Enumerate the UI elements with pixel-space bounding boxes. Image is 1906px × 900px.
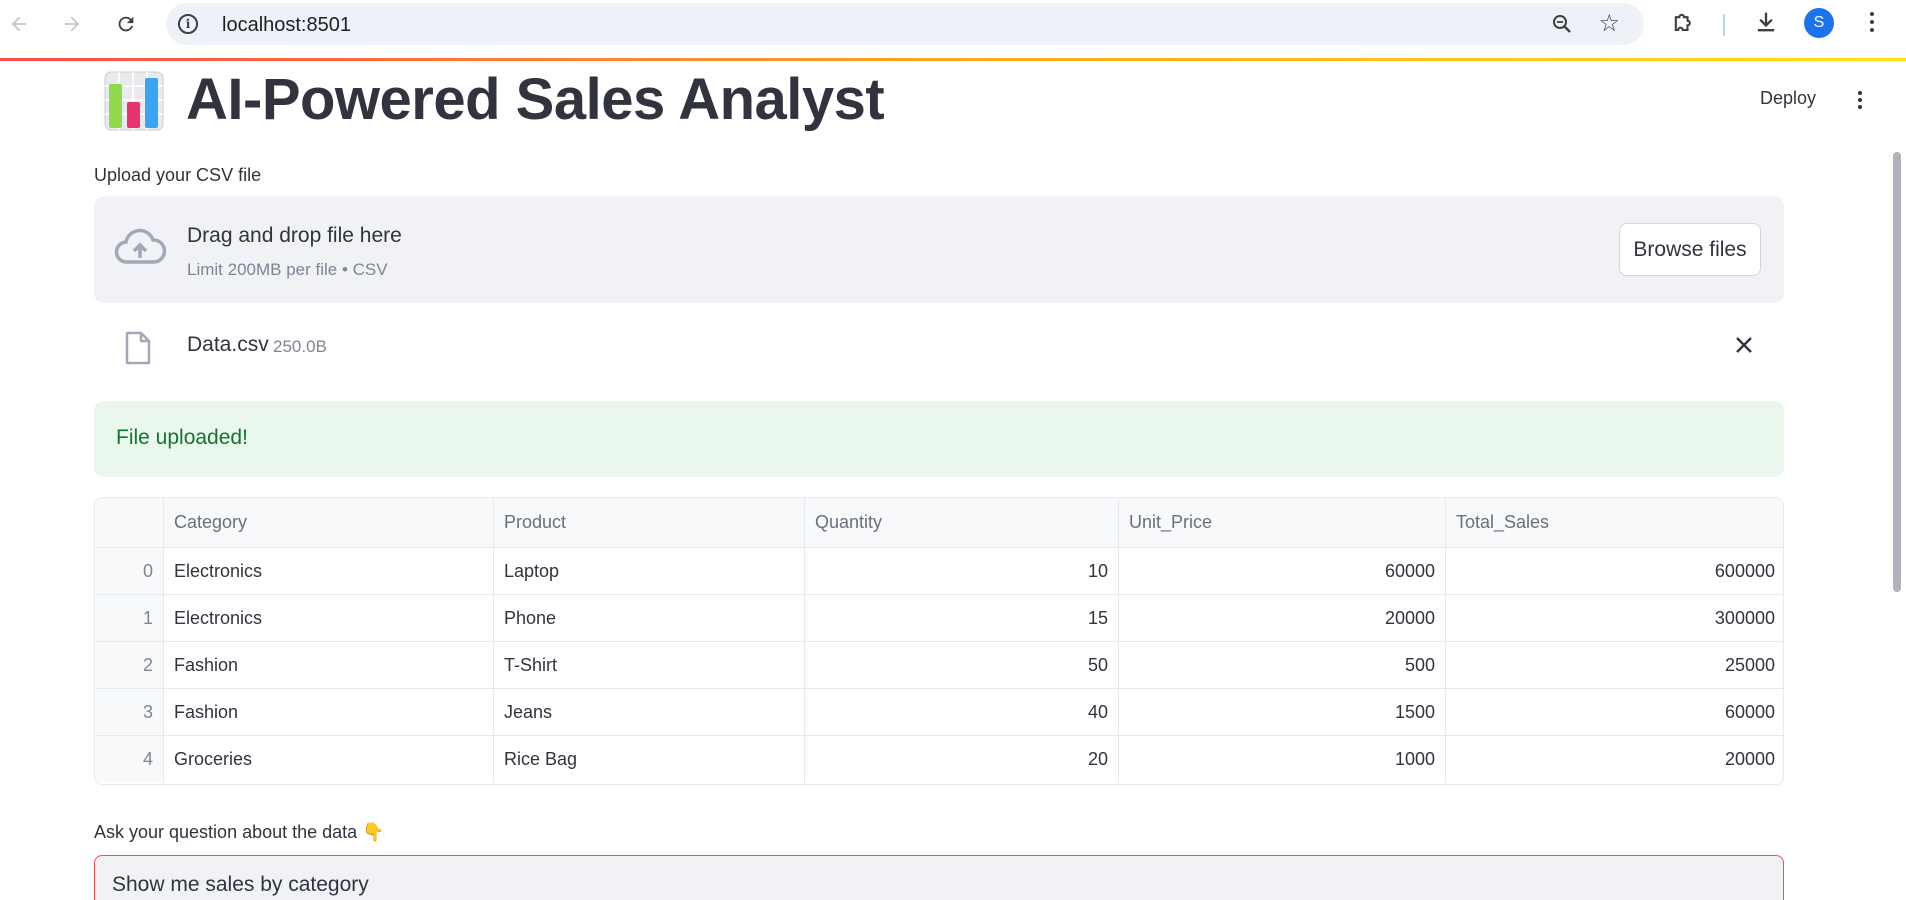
extensions-icon[interactable] bbox=[1670, 9, 1698, 42]
column-header[interactable]: Quantity bbox=[805, 498, 1119, 547]
cloud-upload-icon bbox=[114, 226, 167, 275]
table-cell[interactable]: 10 bbox=[805, 548, 1119, 594]
table-cell[interactable]: 20 bbox=[805, 736, 1119, 783]
table-cell[interactable]: T-Shirt bbox=[494, 642, 805, 688]
table-row[interactable]: 3 Fashion Jeans 40 1500 60000 bbox=[95, 689, 1783, 736]
table-row[interactable]: 1 Electronics Phone 15 20000 300000 bbox=[95, 595, 1783, 642]
table-cell[interactable]: Fashion bbox=[164, 642, 494, 688]
table-cell[interactable]: 15 bbox=[805, 595, 1119, 641]
zoom-icon[interactable] bbox=[1550, 12, 1574, 41]
table-cell[interactable]: 40 bbox=[805, 689, 1119, 735]
table-cell[interactable]: 20000 bbox=[1119, 595, 1446, 641]
table-cell[interactable]: 300000 bbox=[1446, 595, 1783, 641]
table-cell[interactable]: 25000 bbox=[1446, 642, 1783, 688]
table-cell[interactable]: Phone bbox=[494, 595, 805, 641]
streamlit-top-decoration bbox=[0, 58, 1906, 61]
close-icon[interactable] bbox=[1734, 335, 1754, 360]
column-header[interactable]: Unit_Price bbox=[1119, 498, 1446, 547]
row-index: 4 bbox=[95, 736, 164, 783]
browser-menu-icon[interactable] bbox=[1862, 8, 1882, 38]
table-cell[interactable]: Jeans bbox=[494, 689, 805, 735]
table-header-row: Category Product Quantity Unit_Price Tot… bbox=[95, 498, 1783, 548]
page-scrollbar[interactable] bbox=[1893, 152, 1901, 592]
table-cell[interactable]: 60000 bbox=[1446, 689, 1783, 735]
row-index: 2 bbox=[95, 642, 164, 688]
url-text: localhost:8501 bbox=[222, 14, 351, 36]
row-index: 0 bbox=[95, 548, 164, 594]
site-info-icon[interactable]: i bbox=[178, 14, 198, 34]
file-dropzone[interactable]: Drag and drop file here Limit 200MB per … bbox=[94, 196, 1784, 303]
browser-toolbar: i localhost:8501 ☆ S bbox=[0, 0, 1906, 48]
table-cell[interactable]: Fashion bbox=[164, 689, 494, 735]
table-cell[interactable]: 600000 bbox=[1446, 548, 1783, 594]
dropzone-title: Drag and drop file here bbox=[187, 224, 402, 247]
file-size: 250.0B bbox=[273, 337, 327, 356]
toolbar-divider bbox=[1723, 14, 1725, 36]
row-index: 1 bbox=[95, 595, 164, 641]
index-header bbox=[95, 498, 164, 547]
page-title: AI-Powered Sales Analyst bbox=[186, 67, 885, 132]
question-label: Ask your question about the data 👇 bbox=[94, 822, 385, 842]
back-icon[interactable] bbox=[4, 9, 34, 39]
success-alert: File uploaded! bbox=[94, 401, 1784, 477]
success-message: File uploaded! bbox=[116, 426, 248, 449]
table-cell[interactable]: 1000 bbox=[1119, 736, 1446, 783]
table-cell[interactable]: 20000 bbox=[1446, 736, 1783, 783]
profile-avatar[interactable]: S bbox=[1804, 8, 1834, 38]
table-cell[interactable]: Rice Bag bbox=[494, 736, 805, 783]
table-cell[interactable]: 1500 bbox=[1119, 689, 1446, 735]
table-row[interactable]: 0 Electronics Laptop 10 60000 600000 bbox=[95, 548, 1783, 595]
column-header[interactable]: Category bbox=[164, 498, 494, 547]
forward-icon[interactable] bbox=[57, 9, 87, 39]
deploy-button[interactable]: Deploy bbox=[1760, 88, 1816, 109]
table-cell[interactable]: Laptop bbox=[494, 548, 805, 594]
table-cell[interactable]: Electronics bbox=[164, 548, 494, 594]
column-header[interactable]: Total_Sales bbox=[1446, 498, 1783, 547]
table-cell[interactable]: 60000 bbox=[1119, 548, 1446, 594]
browse-files-button[interactable]: Browse files bbox=[1619, 223, 1761, 276]
upload-label: Upload your CSV file bbox=[94, 165, 262, 185]
bar-chart-icon bbox=[103, 70, 165, 132]
reload-icon[interactable] bbox=[111, 9, 141, 39]
file-name: Data.csv bbox=[187, 333, 269, 356]
bookmark-star-icon[interactable]: ☆ bbox=[1598, 9, 1620, 38]
question-input[interactable] bbox=[94, 855, 1784, 900]
table-row[interactable]: 2 Fashion T-Shirt 50 500 25000 bbox=[95, 642, 1783, 689]
dropzone-limit-text: Limit 200MB per file • CSV bbox=[187, 260, 388, 279]
download-icon[interactable] bbox=[1752, 8, 1780, 41]
table-cell[interactable]: 50 bbox=[805, 642, 1119, 688]
uploaded-file-row: Data.csv 250.0B bbox=[94, 320, 1784, 370]
file-icon bbox=[124, 331, 152, 370]
table-cell[interactable]: 500 bbox=[1119, 642, 1446, 688]
table-cell[interactable]: Groceries bbox=[164, 736, 494, 783]
table-cell[interactable]: Electronics bbox=[164, 595, 494, 641]
app-menu-icon[interactable] bbox=[1852, 88, 1868, 110]
address-bar[interactable]: i localhost:8501 ☆ bbox=[166, 3, 1644, 45]
data-table[interactable]: Category Product Quantity Unit_Price Tot… bbox=[94, 497, 1784, 785]
row-index: 3 bbox=[95, 689, 164, 735]
column-header[interactable]: Product bbox=[494, 498, 805, 547]
table-row[interactable]: 4 Groceries Rice Bag 20 1000 20000 bbox=[95, 736, 1783, 783]
